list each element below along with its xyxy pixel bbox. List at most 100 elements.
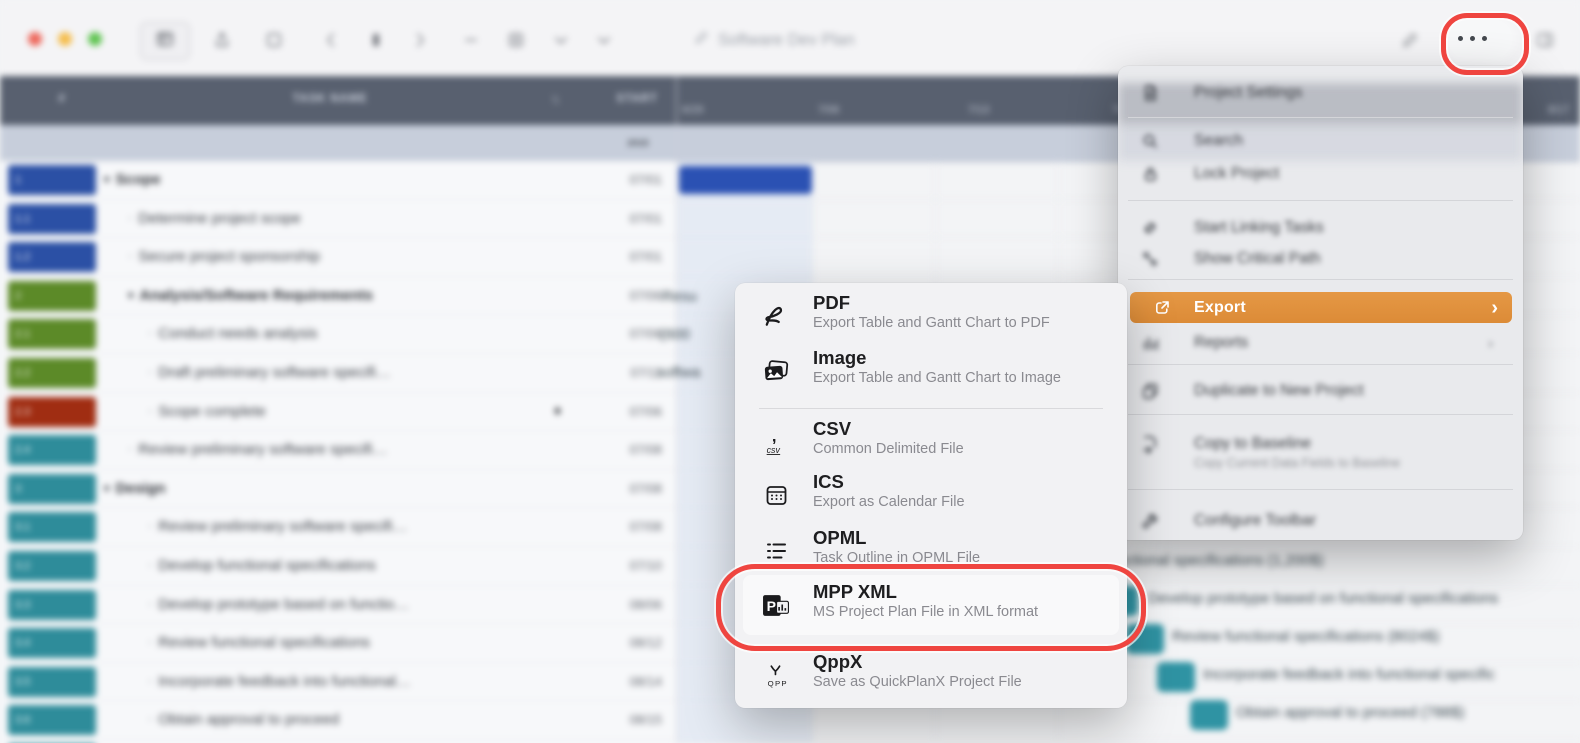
column-header-task-name[interactable]: TASK NAME — [180, 93, 480, 105]
submenu-item-title: Image — [813, 347, 866, 369]
sidebar-panel-icon[interactable] — [1533, 28, 1557, 52]
submenu-item-csv[interactable]: ,csvCSVCommon Delimited File — [735, 418, 1127, 468]
task-name: ◦Develop prototype based on functio… — [148, 596, 409, 613]
task-badge: 3.3 — [8, 590, 96, 620]
menu-item-label: Search — [1194, 132, 1243, 150]
column-header-start[interactable]: START — [595, 93, 679, 105]
task-start-date: 07/06 — [560, 288, 662, 303]
submenu-item-qppx[interactable]: QPPQppXSave as QuickPlanX Project File — [735, 651, 1127, 701]
submenu-item-pdf[interactable]: PDFExport Table and Gantt Chart to PDF — [735, 292, 1127, 342]
zoom-out-button[interactable] — [459, 28, 483, 52]
traffic-light-zoom[interactable] — [88, 32, 102, 46]
submenu-item-ics[interactable]: ICSExport as Calendar File — [735, 471, 1127, 521]
chevron-down-button[interactable] — [549, 28, 573, 52]
task-start-date: 07/11 — [560, 365, 662, 380]
task-badge: 1.1 — [8, 204, 96, 234]
timeline-tick-label: 7/13 — [968, 104, 989, 116]
export-up-button[interactable] — [210, 28, 234, 52]
menu-item-export[interactable]: Export› — [1130, 292, 1512, 323]
submenu-item-title: OPML — [813, 527, 866, 549]
configure-icon — [1140, 511, 1160, 531]
task-bullet-icon: ◦ — [148, 712, 152, 726]
menu-item-reports[interactable]: Reports › — [1118, 330, 1523, 356]
submenu-item-title: ICS — [813, 471, 844, 493]
link-tasks-icon — [1140, 218, 1160, 238]
timeline-tick-label: 7/06 — [818, 104, 839, 116]
task-badge: 2 — [8, 281, 96, 311]
gantt-task-bar[interactable] — [1190, 700, 1228, 730]
more-options-menu: Project Settings Search Lock Project Start … — [1118, 66, 1523, 540]
task-bullet-icon: ◦ — [128, 442, 132, 456]
duplicate-icon — [1140, 381, 1160, 401]
task-start-date: 07/08 — [560, 442, 662, 457]
task-name: ◦Incorporate feedback into functional… — [148, 673, 411, 690]
task-badge: 1 — [8, 165, 96, 195]
menu-item-project-settings[interactable]: Project Settings — [1118, 80, 1523, 106]
project-settings-icon — [1140, 83, 1160, 103]
traffic-light-close[interactable] — [28, 32, 42, 46]
task-bullet-icon: ◦ — [148, 404, 152, 418]
menu-item-label: Start Linking Tasks — [1194, 219, 1324, 237]
menu-item-copy-to-baseline[interactable]: Copy to Baseline — [1118, 431, 1523, 457]
gantt-label-fragment: Resu — [662, 288, 697, 305]
task-start-date: 07/10 — [560, 558, 662, 573]
menu-item-label: Show Critical Path — [1194, 250, 1321, 268]
task-name: ◦Obtain approval to proceed — [148, 711, 339, 728]
task-badge: 2.2 — [8, 358, 96, 388]
column-header-number[interactable]: # — [40, 93, 84, 105]
menu-item-configure-toolbar[interactable]: Configure Toolbar — [1118, 508, 1523, 534]
gantt-bar-scope[interactable] — [679, 166, 812, 194]
task-name: ◦Develop functional specifications — [148, 557, 376, 574]
more-button[interactable] — [1458, 36, 1502, 44]
focus-button[interactable] — [364, 28, 388, 52]
gantt-task-bar[interactable] — [1157, 662, 1195, 692]
menu-item-label: Duplicate to New Project — [1194, 382, 1364, 400]
disclosure-triangle-icon[interactable]: ▾ — [128, 290, 134, 302]
edit-title-icon — [693, 29, 710, 51]
task-bullet-icon: ◦ — [148, 326, 152, 340]
submenu-chevron-icon: › — [1491, 294, 1498, 322]
frame-button[interactable] — [262, 28, 286, 52]
menu-item-show-critical-path[interactable]: Show Critical Path — [1118, 246, 1523, 272]
edit-pencil-icon[interactable] — [1398, 28, 1422, 52]
chevron-left-button[interactable] — [319, 28, 343, 52]
window-title: Software Dev Plan — [718, 31, 855, 50]
task-badge: 3.4 — [8, 628, 96, 658]
menu-item-start-linking-tasks[interactable]: Start Linking Tasks — [1118, 215, 1523, 241]
task-bullet-icon: ◦ — [128, 211, 132, 225]
task-start-date: 07/01 — [560, 211, 662, 226]
menu-separator — [1128, 414, 1513, 415]
task-badge: 3.2 — [8, 551, 96, 581]
task-bullet-icon: ◦ — [148, 674, 152, 688]
task-bullet-icon: ◦ — [128, 249, 132, 263]
menu-item-label: Reports — [1194, 334, 1248, 352]
submenu-item-title: PDF — [813, 292, 850, 314]
ics-icon — [759, 477, 793, 513]
chevron-down-2-button[interactable] — [592, 28, 616, 52]
timeline-tick-label: 8/17 — [1548, 104, 1569, 116]
export-icon — [1152, 298, 1172, 318]
task-badge: 2.4 — [8, 435, 96, 465]
baseline-icon — [1140, 434, 1160, 454]
menu-item-search[interactable]: Search — [1118, 128, 1523, 154]
task-start-date: 07/08 — [560, 481, 662, 496]
menu-separator — [1128, 117, 1513, 118]
submenu-item-image[interactable]: ImageExport Table and Gantt Chart to Ima… — [735, 347, 1127, 397]
disclosure-triangle-icon[interactable]: ▾ — [104, 174, 110, 186]
traffic-light-minimize[interactable] — [58, 32, 72, 46]
chevron-right-button[interactable] — [408, 28, 432, 52]
sort-icon[interactable]: ⇅ — [548, 93, 564, 107]
menu-item-duplicate-to-new-project[interactable]: Duplicate to New Project — [1118, 378, 1523, 404]
task-name: ◦Conduct needs analysis — [148, 325, 318, 342]
document-title: Software Dev Plan — [693, 29, 855, 51]
grid-view-button[interactable] — [140, 22, 190, 60]
disclosure-triangle-icon[interactable]: ▾ — [104, 483, 110, 495]
task-badge: 2.1 — [8, 319, 96, 349]
gantt-bar-label: Obtain approval to proceed (788$) — [1236, 704, 1464, 721]
menu-item-lock-project[interactable]: Lock Project — [1118, 161, 1523, 187]
submenu-chevron-icon: › — [1488, 335, 1493, 352]
app-window: Software Dev Plan # TASK NAME ⇅ START 6/… — [0, 0, 1580, 743]
task-start-date: 07/06 — [560, 404, 662, 419]
add-frame-button[interactable] — [504, 28, 528, 52]
task-start-date: 07/08 — [560, 519, 662, 534]
